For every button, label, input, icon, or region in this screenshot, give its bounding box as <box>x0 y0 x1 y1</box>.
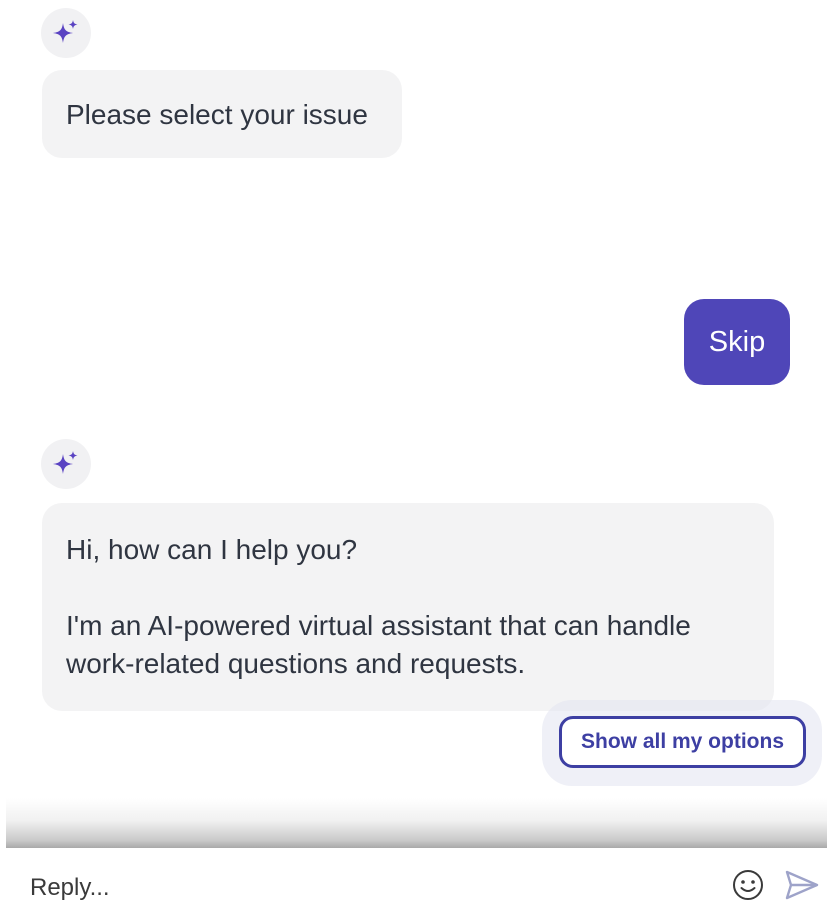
reply-composer <box>0 848 827 921</box>
reply-input[interactable] <box>30 868 710 908</box>
show-all-options-label: Show all my options <box>580 730 785 753</box>
smiley-icon <box>733 870 763 900</box>
send-button[interactable] <box>784 868 820 902</box>
assistant-avatar <box>41 439 91 489</box>
assistant-intro: I'm an AI-powered virtual assistant that… <box>66 610 691 679</box>
sparkle-icon <box>53 20 78 43</box>
assistant-message-text: Please select your issue <box>66 99 368 130</box>
assistant-message: Please select your issue <box>42 70 402 158</box>
user-message-text: Skip <box>708 325 766 358</box>
user-message-skip: Skip <box>684 299 790 385</box>
assistant-greeting: Hi, how can I help you? <box>66 534 358 565</box>
composer-shadow <box>6 798 827 848</box>
emoji-button[interactable] <box>731 868 765 902</box>
assistant-message: Hi, how can I help you? I'm an AI-powere… <box>42 503 774 711</box>
show-all-options-button[interactable]: Show all my options <box>559 716 806 768</box>
sparkle-icon <box>53 451 78 474</box>
send-icon <box>785 870 819 900</box>
assistant-avatar <box>41 8 91 58</box>
